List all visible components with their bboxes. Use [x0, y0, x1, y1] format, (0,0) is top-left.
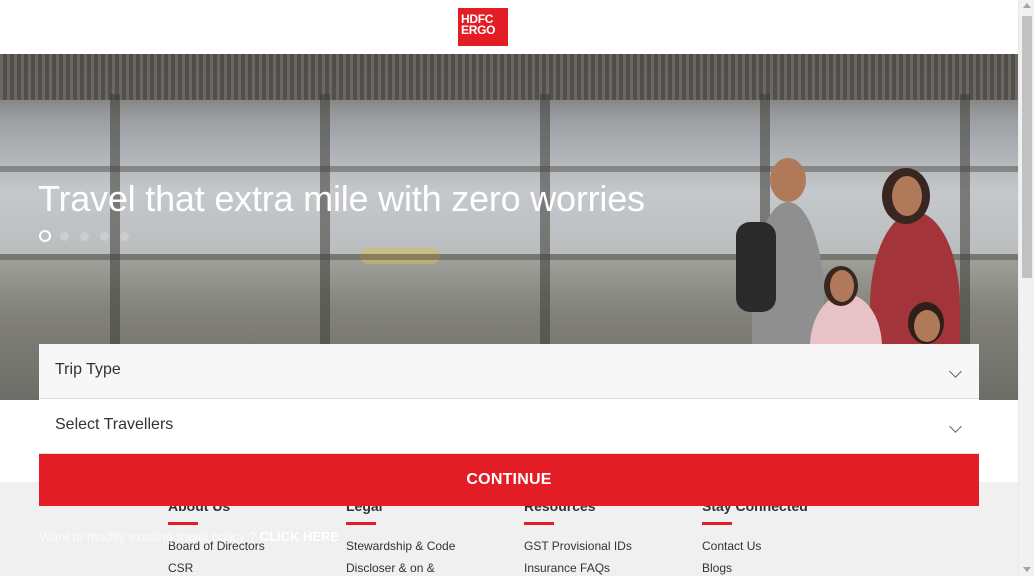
heading-underline: [524, 522, 554, 525]
modify-policy-question: Want to modify existing travel policy ?: [39, 529, 260, 544]
carousel-dot[interactable]: [100, 231, 109, 241]
hero-ceiling-slats: [0, 54, 1018, 100]
footer-column-legal: Legal Stewardship & Code Discloser & on …: [346, 496, 506, 576]
chevron-down-icon: [949, 420, 962, 433]
backpack: [736, 222, 776, 312]
person-head: [892, 176, 922, 216]
click-here-link[interactable]: CLICK HERE: [260, 529, 339, 544]
footer-link[interactable]: CSR: [168, 561, 328, 576]
carousel-dot[interactable]: [39, 230, 51, 242]
footer-link[interactable]: Insurance FAQs: [524, 561, 684, 576]
chevron-down-icon: [949, 365, 962, 378]
footer-link[interactable]: Stewardship & Code: [346, 539, 506, 561]
heading-underline: [168, 522, 198, 525]
person-head: [830, 270, 854, 302]
hero-title: Travel that extra mile with zero worries: [38, 178, 645, 219]
scroll-up-icon[interactable]: [1023, 3, 1031, 8]
trip-type-dropdown[interactable]: Trip Type: [39, 344, 979, 399]
carousel-dots: [39, 230, 140, 242]
heading-underline: [702, 522, 732, 525]
site-header: HDFC ERGO: [0, 0, 1018, 54]
logo-line-2: ERGO: [461, 23, 496, 37]
footer-column-stay-connected: Stay Connected Contact Us Blogs: [702, 496, 862, 576]
travellers-label: Select Travellers: [55, 416, 174, 433]
person-head: [914, 310, 940, 342]
person-head: [770, 158, 806, 202]
travellers-dropdown[interactable]: Select Travellers: [39, 399, 979, 454]
footer-link[interactable]: Contact Us: [702, 539, 862, 561]
carousel-dot[interactable]: [120, 231, 129, 241]
footer-column-resources: Resources GST Provisional IDs Insurance …: [524, 496, 684, 576]
footer-link[interactable]: Discloser & on &: [346, 561, 506, 576]
page-scrollbar[interactable]: [1018, 0, 1034, 576]
trip-type-label: Trip Type: [55, 361, 121, 378]
heading-underline: [346, 522, 376, 525]
modify-policy-text: Want to modify existing travel policy ? …: [39, 529, 339, 544]
footer-link[interactable]: GST Provisional IDs: [524, 539, 684, 561]
carousel-dot[interactable]: [60, 231, 69, 241]
continue-button[interactable]: CONTINUE: [39, 454, 979, 506]
scroll-down-icon[interactable]: [1023, 567, 1031, 572]
carousel-dot[interactable]: [80, 231, 89, 241]
page: HDFC ERGO Travel that extra mile with ze…: [0, 0, 1034, 576]
footer-link[interactable]: Blogs: [702, 561, 862, 576]
scrollbar-thumb[interactable]: [1022, 16, 1032, 278]
hdfc-ergo-logo[interactable]: HDFC ERGO: [458, 8, 508, 46]
